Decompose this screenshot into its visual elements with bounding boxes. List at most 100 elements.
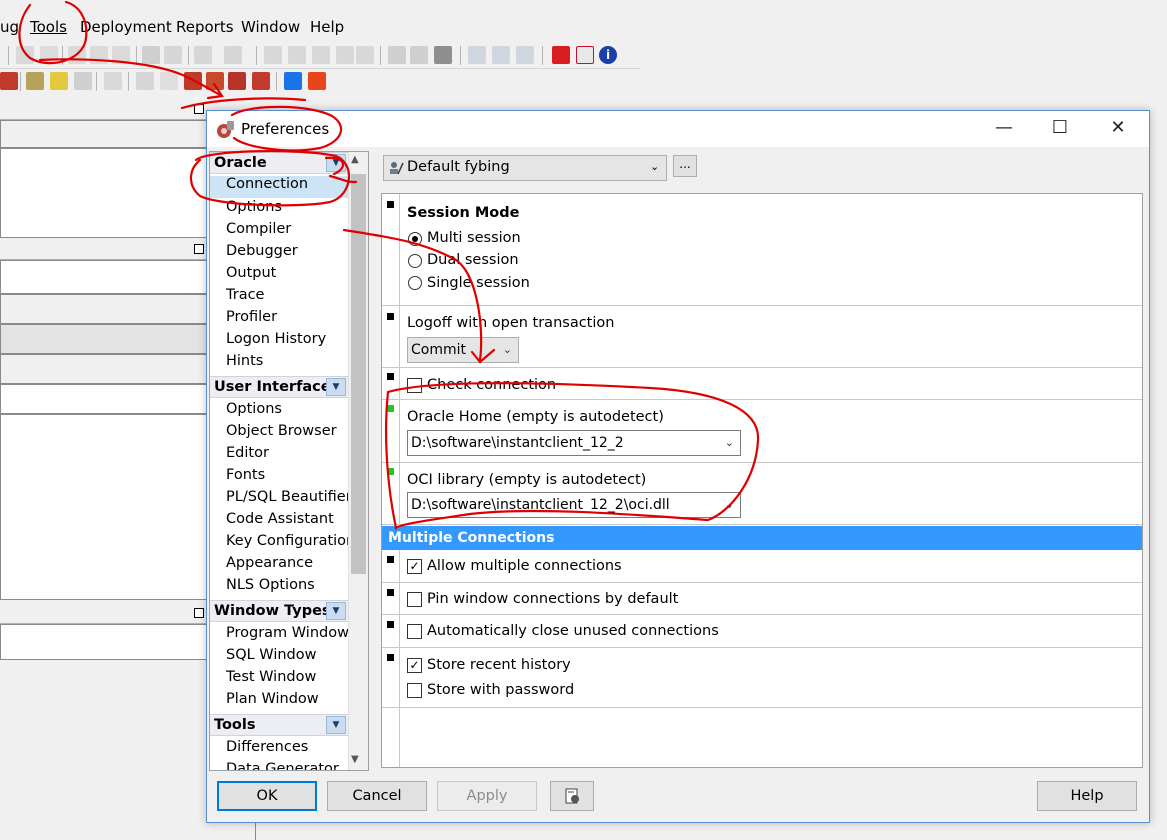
check-connection-checkbox[interactable] [407, 378, 422, 393]
commit-icon[interactable] [252, 72, 270, 90]
oracle-icon[interactable] [552, 46, 570, 64]
tree-item-debugger[interactable]: Debugger [226, 243, 298, 259]
tree-item-compiler[interactable]: Compiler [226, 221, 291, 237]
menu-deployment[interactable]: Deployment [80, 18, 172, 36]
maximize-button[interactable]: ☐ [1033, 111, 1087, 147]
logoff-select[interactable]: Commit ⌄ [407, 337, 519, 363]
tree-item-output[interactable]: Output [226, 265, 276, 281]
check-connection-label[interactable]: Check connection [427, 377, 556, 393]
eraser-icon[interactable] [160, 72, 178, 90]
oracle-home-select[interactable]: D:\software\instantclient_12_2 ⌄ [407, 430, 741, 456]
tree-item-editor[interactable]: Editor [226, 445, 269, 461]
redo-icon[interactable] [40, 46, 58, 64]
store-password-checkbox[interactable] [407, 683, 422, 698]
run-icon[interactable] [184, 72, 202, 90]
arrow-right-red-icon[interactable] [308, 72, 326, 90]
dialog-titlebar[interactable]: Preferences — ☐ ✕ [207, 111, 1149, 147]
tree-group-window-types[interactable]: Window Types ▼ [210, 600, 348, 622]
tree-item-plan-window[interactable]: Plan Window [226, 691, 319, 707]
single-session-radio[interactable] [408, 276, 422, 290]
info-icon[interactable]: i [599, 46, 617, 64]
multi-session-radio[interactable] [408, 232, 422, 246]
tree-item-nls-options[interactable]: NLS Options [226, 577, 315, 593]
tools-icon[interactable] [26, 72, 44, 90]
tree-item-test-window[interactable]: Test Window [226, 669, 316, 685]
menu-reports[interactable]: Reports [176, 18, 234, 36]
auto-close-label[interactable]: Automatically close unused connections [427, 623, 719, 639]
profile-select[interactable]: Default fybing ⌄ [383, 155, 667, 181]
find-icon[interactable] [142, 46, 160, 64]
pdf-icon[interactable] [576, 46, 594, 64]
document-icon[interactable] [74, 72, 92, 90]
cancel-button[interactable]: Cancel [327, 781, 427, 811]
connect-icon[interactable] [0, 72, 18, 90]
case-icon[interactable] [312, 46, 330, 64]
session-icon[interactable] [410, 46, 428, 64]
cut-icon[interactable] [68, 46, 86, 64]
tree-item-program-window[interactable]: Program Window [226, 625, 349, 641]
chevron-down-icon[interactable]: ▼ [326, 716, 346, 734]
undo-icon[interactable] [16, 46, 34, 64]
dock-float-icon[interactable] [194, 608, 204, 618]
stop-icon[interactable] [206, 72, 224, 90]
store-recent-checkbox[interactable]: ✓ [407, 658, 422, 673]
indent-icon[interactable] [194, 46, 212, 64]
menu-window[interactable]: Window [241, 18, 300, 36]
chevron-down-icon[interactable]: ▼ [326, 378, 346, 396]
dock-float-icon[interactable] [194, 244, 204, 254]
store-recent-label[interactable]: Store recent history [427, 657, 571, 673]
outdent-icon[interactable] [224, 46, 242, 64]
dual-session-radio[interactable] [408, 254, 422, 268]
arrange-icon[interactable] [516, 46, 534, 64]
store-password-label[interactable]: Store with password [427, 682, 574, 698]
chevron-down-icon[interactable]: ▼ [326, 602, 346, 620]
format-icon[interactable] [336, 46, 354, 64]
tree-item-connection[interactable]: Connection [210, 176, 348, 198]
dock-float-icon[interactable] [194, 104, 204, 114]
tree-group-user-interface[interactable]: User Interface ▼ [210, 376, 348, 398]
pin-window-checkbox[interactable] [407, 592, 422, 607]
tree-scrollbar-thumb[interactable] [351, 174, 366, 574]
tree-item-logon-history[interactable]: Logon History [226, 331, 326, 347]
tree-item-data-generator[interactable]: Data Generator [226, 761, 339, 770]
chart-icon[interactable] [50, 72, 68, 90]
comment-icon[interactable] [264, 46, 282, 64]
ok-button[interactable]: OK [217, 781, 317, 811]
tree-item-profiler[interactable]: Profiler [226, 309, 277, 325]
profile-more-button[interactable]: ... [673, 155, 697, 177]
arrow-right-blue-icon[interactable] [284, 72, 302, 90]
copy-icon[interactable] [90, 46, 108, 64]
menu-debug[interactable]: ug [0, 18, 19, 36]
pin-window-label[interactable]: Pin window connections by default [427, 591, 678, 607]
tree-item-plsql-beautifier[interactable]: PL/SQL Beautifier [226, 489, 352, 505]
tile-icon[interactable] [468, 46, 486, 64]
oci-library-select[interactable]: D:\software\instantclient_12_2\oci.dll ⌄ [407, 492, 741, 518]
tree-item-ui-options[interactable]: Options [226, 401, 282, 417]
tree-item-fonts[interactable]: Fonts [226, 467, 265, 483]
explain-icon[interactable] [434, 46, 452, 64]
tree-item-key-configuration[interactable]: Key Configuration [226, 533, 355, 549]
step-icon[interactable] [228, 72, 246, 90]
tree-item-hints[interactable]: Hints [226, 353, 263, 369]
tree-group-tools[interactable]: Tools ▼ [210, 714, 348, 736]
properties-button[interactable] [550, 781, 594, 811]
paste-icon[interactable] [112, 46, 130, 64]
wrench-icon[interactable] [104, 72, 122, 90]
window-list-icon[interactable] [388, 46, 406, 64]
tree-item-oracle-options[interactable]: Options [226, 199, 282, 215]
tree-item-object-browser[interactable]: Object Browser [226, 423, 337, 439]
help-button[interactable]: Help [1037, 781, 1137, 811]
dual-session-label[interactable]: Dual session [427, 252, 519, 268]
allow-multiple-label[interactable]: Allow multiple connections [427, 558, 622, 574]
tree-group-oracle[interactable]: Oracle ▼ [210, 152, 348, 174]
replace-icon[interactable] [164, 46, 182, 64]
menu-tools[interactable]: Tools [30, 18, 67, 36]
scroll-up-icon[interactable]: ▲ [351, 154, 359, 165]
auto-close-checkbox[interactable] [407, 624, 422, 639]
uncomment-icon[interactable] [288, 46, 306, 64]
tree-item-code-assistant[interactable]: Code Assistant [226, 511, 334, 527]
tree-item-appearance[interactable]: Appearance [226, 555, 313, 571]
chevron-down-icon[interactable]: ▼ [326, 154, 346, 172]
close-button[interactable]: ✕ [1091, 111, 1145, 147]
tree-item-trace[interactable]: Trace [226, 287, 264, 303]
